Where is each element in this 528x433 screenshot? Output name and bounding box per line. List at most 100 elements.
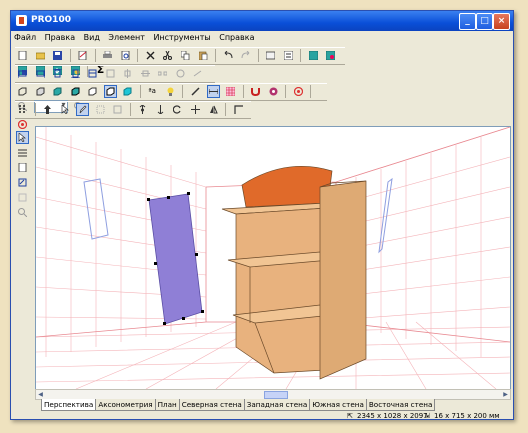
select-tool-button[interactable] <box>59 103 72 116</box>
library-button-2[interactable] <box>324 49 337 62</box>
undo-button[interactable] <box>222 49 235 62</box>
tab-axonometry[interactable]: Аксонометрия <box>95 399 156 411</box>
close-button[interactable]: × <box>493 13 510 30</box>
status-bar: ⇱ 2345 x 1028 x 2097 ⇲ 16 x 715 x 200 мм <box>11 412 513 420</box>
tab-south-wall[interactable]: Южная стена <box>309 399 367 411</box>
material-button[interactable] <box>189 85 202 98</box>
delete-button[interactable] <box>144 49 157 62</box>
distribute-button[interactable] <box>156 67 169 80</box>
rotate-x-button[interactable] <box>136 103 149 116</box>
separator <box>310 85 312 98</box>
open-button[interactable] <box>34 49 47 62</box>
align-front-button[interactable] <box>86 67 99 80</box>
shelf-unit[interactable] <box>221 166 367 380</box>
align-bottom-button[interactable] <box>69 67 82 80</box>
save-button[interactable] <box>51 49 64 62</box>
tab-perspective[interactable]: Перспектива <box>41 399 97 411</box>
align-right-button[interactable] <box>34 67 47 80</box>
measure-tool-button[interactable] <box>16 176 29 189</box>
align-center-v-button[interactable] <box>139 67 152 80</box>
scroll-thumb[interactable] <box>264 391 288 399</box>
view-wireframe-button[interactable] <box>16 85 29 98</box>
element-list-button[interactable] <box>282 49 295 62</box>
scale-tool-button[interactable] <box>111 103 124 116</box>
menu-file[interactable]: Файл <box>11 31 39 45</box>
move-tool-button[interactable] <box>189 103 202 116</box>
menu-view[interactable]: Вид <box>81 31 103 45</box>
redo-icon <box>241 51 250 59</box>
edit-tool-button[interactable] <box>76 103 90 116</box>
folder-icon <box>35 52 45 60</box>
maximize-button[interactable]: □ <box>476 13 493 30</box>
properties-button[interactable] <box>76 49 89 62</box>
paste-button[interactable] <box>197 49 210 62</box>
menu-tools[interactable]: Инструменты <box>150 31 213 45</box>
room-size: 2345 x 1028 x 2097 <box>357 412 428 420</box>
resize-tool-button[interactable] <box>94 103 107 116</box>
view-shaded-edges-button[interactable] <box>69 85 82 98</box>
tab-plan[interactable]: План <box>154 399 180 411</box>
menu-help[interactable]: Справка <box>216 31 257 45</box>
tab-north-wall[interactable]: Северная стена <box>178 399 245 411</box>
edge-button[interactable] <box>232 103 245 116</box>
print-preview-button[interactable] <box>119 49 132 62</box>
room-properties-button[interactable] <box>264 49 277 62</box>
copy-icon <box>181 51 190 60</box>
zoom-tool-button[interactable] <box>16 206 29 219</box>
ungroup-button[interactable] <box>191 67 204 80</box>
group-button[interactable] <box>174 67 187 80</box>
copy-button[interactable] <box>179 49 192 62</box>
select-arrow-icon <box>61 105 69 114</box>
pointer-tool-button[interactable] <box>16 131 29 144</box>
scroll-right-icon[interactable]: ▶ <box>501 390 510 399</box>
view-textured-edges-button[interactable] <box>103 85 117 98</box>
view-hidden-button[interactable] <box>34 85 47 98</box>
shaded-edges-cube-icon <box>71 87 80 96</box>
view-textured-button[interactable] <box>86 85 99 98</box>
move-up-button[interactable] <box>41 103 54 116</box>
light-button[interactable] <box>164 85 177 98</box>
redo-button[interactable] <box>239 49 252 62</box>
magnet-icon <box>251 88 261 96</box>
view-shaded-button[interactable] <box>51 85 64 98</box>
viewport-3d[interactable] <box>35 126 511 390</box>
collision-button[interactable] <box>267 85 280 98</box>
mirror-button[interactable] <box>207 103 220 116</box>
units: мм <box>489 412 500 420</box>
align-top-button[interactable] <box>51 67 64 80</box>
hatch-tool-button[interactable] <box>16 146 29 159</box>
cut-button[interactable] <box>161 49 174 62</box>
align-center-h-button[interactable] <box>121 67 134 80</box>
hatch-icon <box>18 149 27 157</box>
view-render-button[interactable] <box>121 85 134 98</box>
disabled-tool-button[interactable] <box>16 191 29 204</box>
page-tool-button[interactable] <box>16 161 29 174</box>
text-button[interactable]: ªa <box>146 85 159 98</box>
tab-east-wall[interactable]: Восточная стена <box>365 399 436 411</box>
align-back-button[interactable] <box>104 67 117 80</box>
selected-panel[interactable] <box>148 193 203 325</box>
dimensions-button[interactable] <box>206 85 220 98</box>
menu-edit[interactable]: Правка <box>42 31 78 45</box>
print-button[interactable] <box>101 49 114 62</box>
new-file-button[interactable] <box>16 49 29 62</box>
rotate-button[interactable] <box>171 103 184 116</box>
align-front-icon <box>88 69 97 78</box>
scroll-left-icon[interactable]: ◀ <box>36 390 45 399</box>
grid-button[interactable] <box>224 85 237 98</box>
rotate-y-button[interactable] <box>154 103 167 116</box>
tab-west-wall[interactable]: Западная стена <box>243 399 311 411</box>
arrow-up-icon <box>44 105 52 114</box>
align-left-button[interactable] <box>16 67 29 80</box>
toolbar-view: ªa <box>15 83 327 113</box>
target-button[interactable] <box>292 85 305 98</box>
library-button-1[interactable] <box>307 49 320 62</box>
separator <box>94 49 96 62</box>
snap-button[interactable] <box>16 103 29 116</box>
align-top-icon <box>53 69 63 78</box>
magnet-button[interactable] <box>249 85 262 98</box>
page-icon <box>18 163 27 172</box>
minimize-button[interactable]: _ <box>459 13 476 30</box>
menu-element[interactable]: Элемент <box>105 31 147 45</box>
view-tabs: Перспектива Аксонометрия План Северная стен… <box>41 399 436 411</box>
